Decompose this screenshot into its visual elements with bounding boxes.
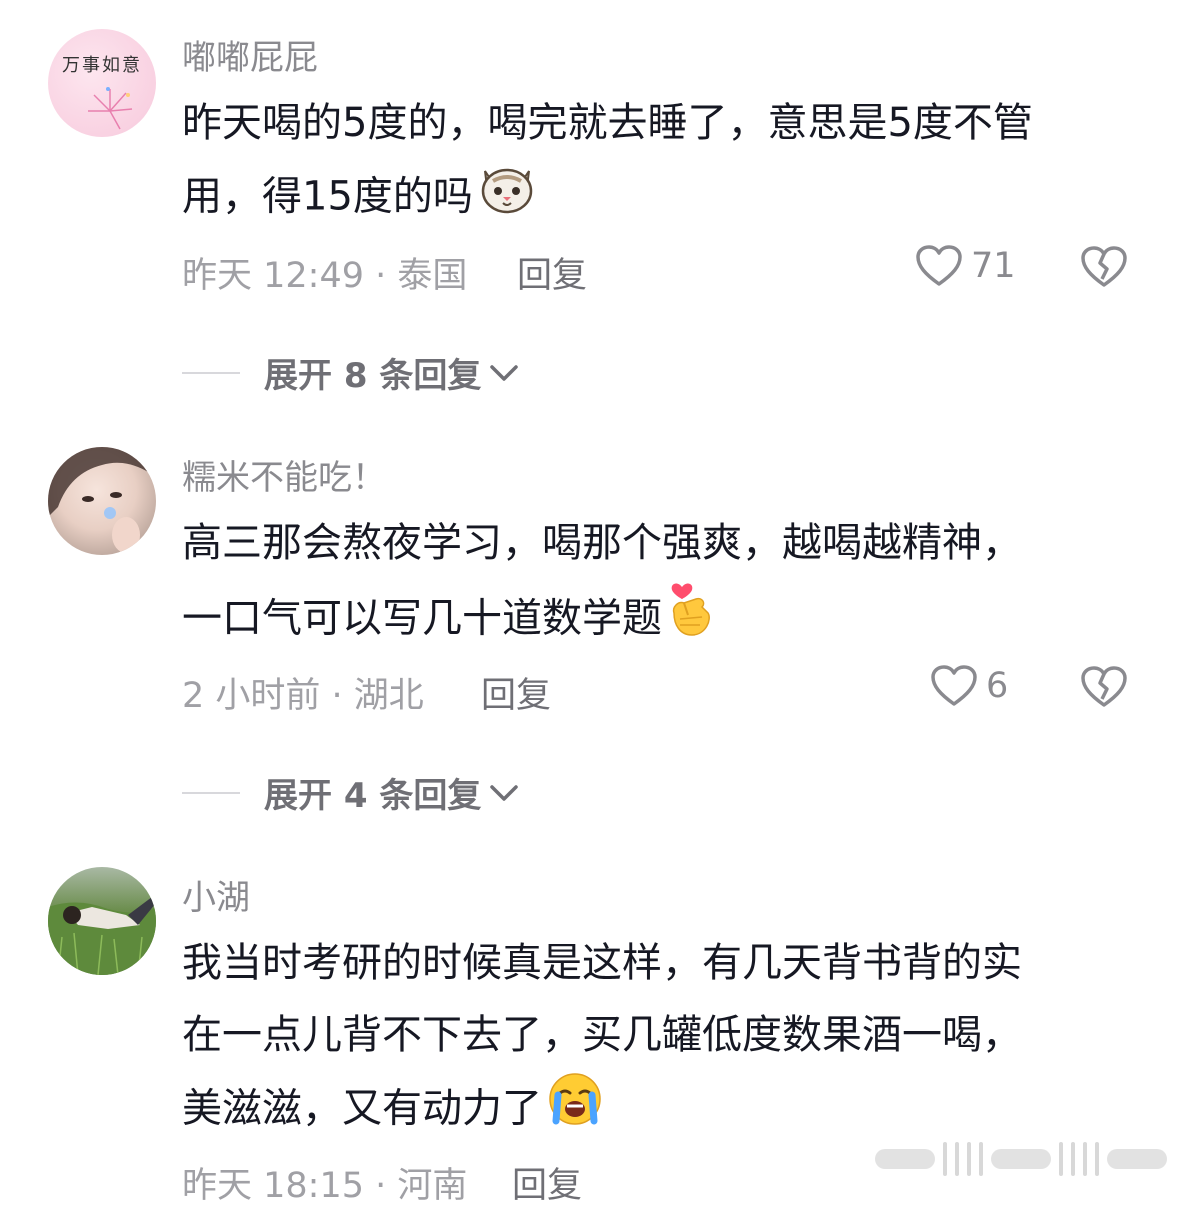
comment-text: 高三那会熬夜学习，喝那个强爽，越喝越精神， 一口气可以写几十道数学题: [182, 507, 1132, 651]
comment-text-line: 用，得15度的吗: [182, 173, 473, 220]
expand-replies-button[interactable]: 展开 8 条回复: [182, 348, 521, 397]
reply-button[interactable]: 回复: [517, 247, 587, 298]
comment-text-line: 昨天喝的5度的，喝完就去睡了，意思是5度不管: [182, 100, 1033, 146]
dislike-button[interactable]: [1080, 245, 1128, 293]
dislike-button[interactable]: [1080, 665, 1128, 713]
avatar-caption: 万事如意: [62, 55, 142, 76]
avatar[interactable]: [48, 447, 156, 555]
comment-username[interactable]: 嘟嘟屁屁: [182, 30, 318, 79]
comment-text-line: 在一点儿背不下去了，买几罐低度数果酒一喝，: [182, 1012, 1022, 1058]
divider-dash: [182, 791, 240, 794]
heart-outline-icon: [931, 665, 977, 706]
finger-heart-emoji: [666, 579, 714, 662]
like-count: 6: [986, 666, 1009, 706]
expand-replies-label: 展开 8 条回复: [264, 356, 482, 396]
like-button[interactable]: 6: [930, 664, 1008, 708]
expand-replies-button[interactable]: 展开 4 条回复: [182, 768, 521, 817]
comment-text: 昨天喝的5度的，喝完就去睡了，意思是5度不管 用，得15度的吗: [182, 87, 1132, 231]
crying-face-emoji: [546, 1071, 604, 1150]
broken-heart-icon: [1081, 666, 1127, 707]
expand-replies-label: 展开 4 条回复: [264, 776, 482, 816]
reply-button[interactable]: 回复: [481, 667, 551, 718]
comment-username[interactable]: 小湖: [182, 870, 250, 919]
like-count: 71: [971, 246, 1016, 286]
avatar[interactable]: [48, 867, 156, 975]
avatar-image: [48, 897, 156, 975]
comment-time-location: 昨天 12:49 · 泰国: [182, 256, 468, 296]
comment-text-line: 高三那会熬夜学习，喝那个强爽，越喝越精神，: [182, 520, 1022, 566]
comment-time-location: 昨天 18:15 · 河南: [182, 1166, 468, 1206]
broken-heart-icon: [1081, 246, 1127, 287]
comment-text-line: 美滋滋，又有动力了: [182, 1085, 542, 1132]
like-button[interactable]: 71: [915, 244, 1016, 288]
comment-username[interactable]: 糯米不能吃！: [182, 450, 386, 499]
divider-dash: [182, 371, 240, 374]
comment-time-location: 2 小时前 · 湖北: [182, 676, 424, 716]
reply-button[interactable]: 回复: [512, 1157, 582, 1208]
comment-text: 我当时考研的时候真是这样，有几天背书背的实 在一点儿背不下去了，买几罐低度数果酒…: [182, 927, 1132, 1143]
chevron-down-icon: [490, 364, 519, 381]
watermark: [875, 1140, 1175, 1178]
avatar[interactable]: 万事如意: [48, 29, 156, 137]
comment-text-line: 一口气可以写几十道数学题: [182, 595, 662, 642]
comment-text-line: 我当时考研的时候真是这样，有几天背书背的实: [182, 940, 1022, 986]
chevron-down-icon: [490, 784, 519, 801]
cat-face-emoji: [477, 159, 537, 238]
heart-outline-icon: [916, 245, 962, 286]
avatar-image: [88, 87, 133, 130]
avatar-image: [48, 447, 156, 553]
